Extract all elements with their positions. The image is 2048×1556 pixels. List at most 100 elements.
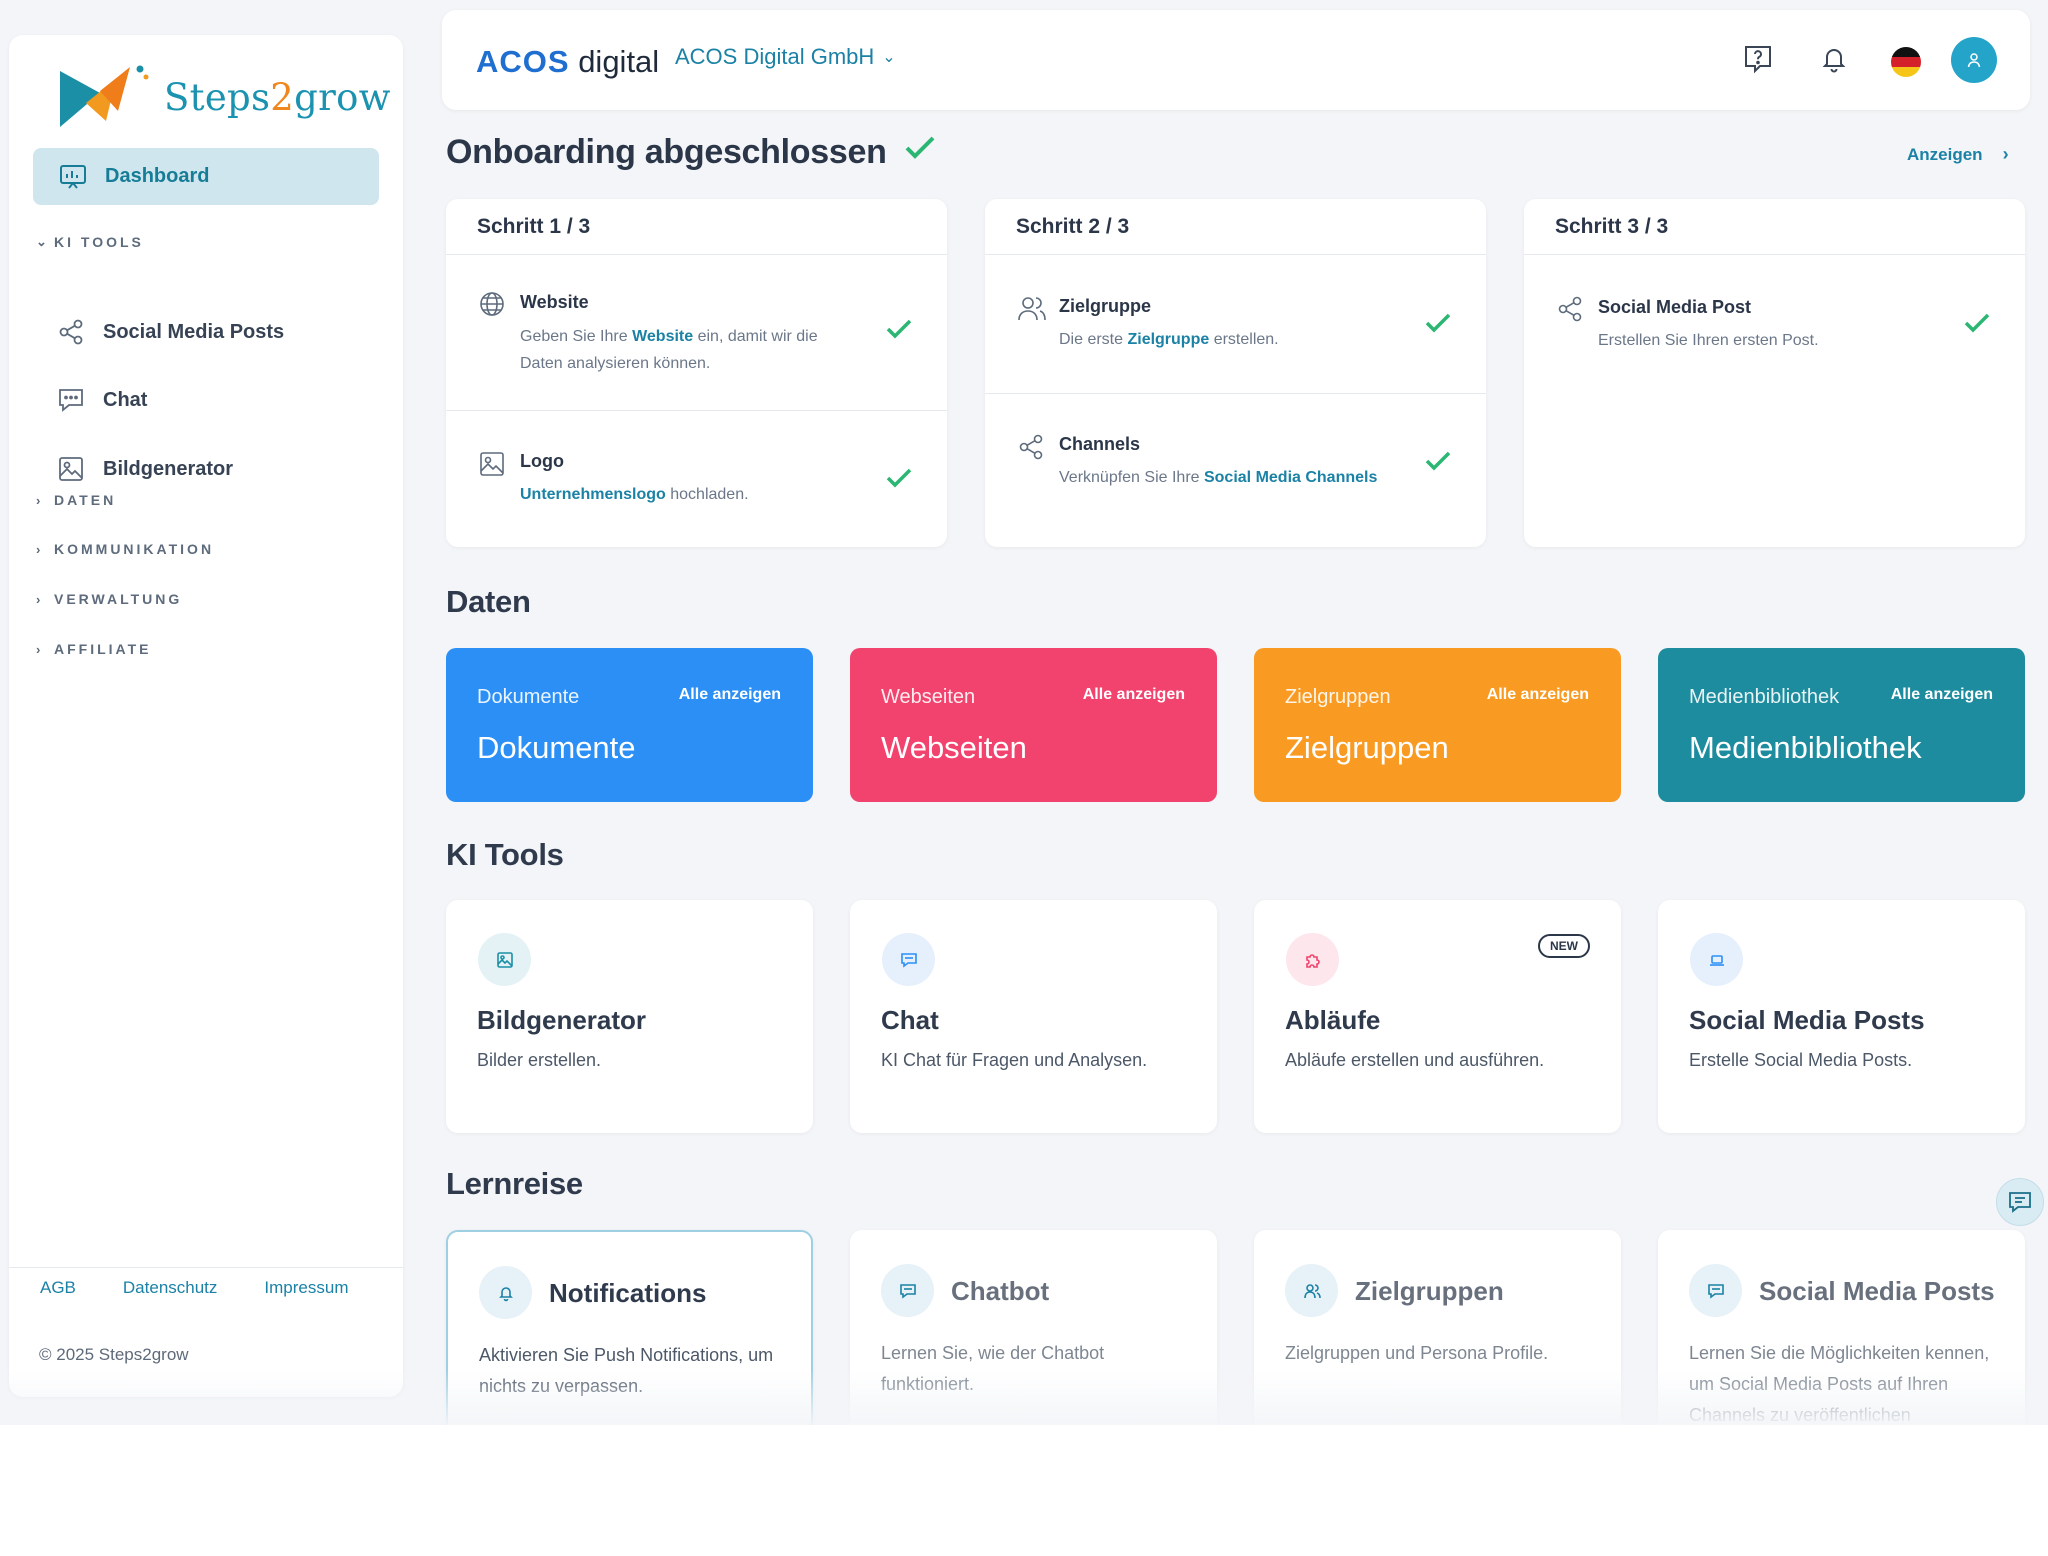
- tile-dokumente-title: Dokumente: [477, 730, 636, 765]
- globe-icon: [480, 292, 504, 316]
- step-row-logo[interactable]: Logo Unternehmenslogo hochladen.: [446, 411, 947, 547]
- top-header: ACOS digital ACOS Digital GmbH ⌄: [442, 10, 2030, 110]
- help-icon[interactable]: [1742, 43, 1774, 80]
- tool-desc-social-media-posts: Erstelle Social Media Posts.: [1689, 1050, 1913, 1070]
- chevron-right-icon: ›: [36, 541, 41, 557]
- chevron-right-icon: ›: [36, 591, 41, 607]
- row-desc-website: Geben Sie Ihre Website ein, damit wir di…: [520, 323, 860, 377]
- tile-webseiten[interactable]: Webseiten Alle anzeigen Webseiten: [850, 648, 1217, 802]
- company-selector[interactable]: ACOS Digital GmbH ⌄: [675, 44, 896, 70]
- tile-webseiten-show-all[interactable]: Alle anzeigen: [1083, 686, 1185, 704]
- desc-text: hochladen.: [665, 486, 749, 503]
- user-avatar[interactable]: [1951, 37, 1997, 83]
- tool-card-social-media-posts[interactable]: Social Media Posts Erstelle Social Media…: [1658, 900, 2025, 1133]
- desc-text: Verknüpfen Sie Ihre: [1059, 469, 1204, 486]
- tile-zielgruppen-show-all[interactable]: Alle anzeigen: [1487, 686, 1589, 704]
- link-impressum[interactable]: Impressum: [264, 1278, 348, 1298]
- section-label-affiliate: AFFILIATE: [54, 641, 152, 657]
- nav-item-bildgenerator[interactable]: Bildgenerator: [57, 455, 233, 483]
- sidebar-section-ki-tools[interactable]: ⌄ KI TOOLS: [36, 234, 144, 250]
- tool-name-bildgenerator: Bildgenerator: [477, 1005, 647, 1035]
- sidebar-section-daten[interactable]: › DATEN: [36, 492, 116, 508]
- acos-digital-brand[interactable]: ACOS digital: [476, 44, 659, 80]
- learn-card-notifications[interactable]: Notifications Aktivieren Sie Push Notifi…: [446, 1230, 813, 1425]
- tile-dokumente-subtitle: Dokumente: [477, 686, 580, 708]
- tool-card-ablaeufe[interactable]: NEW Abläufe Abläufe erstellen und ausfüh…: [1254, 900, 1621, 1133]
- section-label-daten: DATEN: [54, 492, 117, 508]
- step-1-label: Schritt 1 / 3: [446, 199, 947, 255]
- learn-name-notifications: Notifications: [549, 1278, 707, 1308]
- onboarding-title-text: Onboarding abgeschlossen: [446, 133, 887, 171]
- tile-zielgruppen[interactable]: Zielgruppen Alle anzeigen Zielgruppen: [1254, 648, 1621, 802]
- image-icon: [59, 457, 83, 481]
- chat-widget-button[interactable]: [1996, 1178, 2044, 1226]
- logo-word-grow: grow: [294, 75, 391, 119]
- row-title-channels: Channels: [1059, 434, 1141, 454]
- brand-acos: ACOS: [476, 44, 570, 79]
- chevron-down-icon: ⌄: [882, 49, 896, 66]
- learn-name-zielgruppen: Zielgruppen: [1355, 1276, 1504, 1306]
- onboarding-title: Onboarding abgeschlossen: [446, 133, 936, 172]
- step-2-label: Schritt 2 / 3: [985, 199, 1486, 255]
- logo-word-steps: Steps: [164, 75, 271, 119]
- chevron-down-icon: ⌄: [36, 234, 47, 249]
- zielgruppe-link[interactable]: Zielgruppe: [1127, 331, 1209, 348]
- channels-link[interactable]: Social Media Channels: [1204, 469, 1377, 486]
- learn-desc-notifications: Aktivieren Sie Push Notifications, um ni…: [479, 1345, 774, 1396]
- row-title-website: Website: [520, 292, 589, 312]
- learn-card-chatbot[interactable]: Chatbot Lernen Sie, wie der Chatbot funk…: [850, 1230, 1217, 1425]
- onboarding-show-link[interactable]: Anzeigen ›: [1907, 144, 2009, 165]
- learn-desc-zielgruppen: Zielgruppen und Persona Profile.: [1285, 1343, 1549, 1363]
- check-icon: [886, 468, 912, 488]
- image-icon: [480, 452, 504, 476]
- onboarding-step-3: Schritt 3 / 3 Social Media Post Erstelle…: [1524, 199, 2025, 547]
- tile-dokumente[interactable]: Dokumente Alle anzeigen Dokumente: [446, 648, 813, 802]
- nav-item-social-media-posts[interactable]: Social Media Posts: [57, 318, 284, 346]
- nav-item-chat[interactable]: Chat: [57, 386, 147, 414]
- chevron-right-icon: ›: [36, 492, 41, 508]
- logo-link[interactable]: Unternehmenslogo: [520, 486, 666, 503]
- onboarding-step-1: Schritt 1 / 3 Website Geben Sie Ihre Web…: [446, 199, 947, 547]
- step-row-website[interactable]: Website Geben Sie Ihre Website ein, dami…: [446, 256, 947, 411]
- onboarding-show-label: Anzeigen: [1907, 144, 1983, 164]
- link-datenschutz[interactable]: Datenschutz: [123, 1278, 218, 1298]
- step-row-social-media-post[interactable]: Social Media Post Erstellen Sie Ihren er…: [1524, 256, 2025, 396]
- steps2grow-logo-icon: [60, 65, 149, 127]
- bell-icon: [479, 1266, 532, 1319]
- tile-medienbibliothek-show-all[interactable]: Alle anzeigen: [1891, 686, 1993, 704]
- tool-name-ablaeufe: Abläufe: [1285, 1005, 1381, 1035]
- tile-medienbibliothek-title: Medienbibliothek: [1689, 730, 1922, 765]
- nav-item-dashboard[interactable]: Dashboard: [33, 148, 379, 205]
- tool-card-chat[interactable]: Chat KI Chat für Fragen und Analysen.: [850, 900, 1217, 1133]
- chevron-right-icon: ›: [2002, 144, 2009, 164]
- laptop-icon: [1690, 933, 1743, 986]
- check-icon: [1425, 313, 1451, 333]
- sidebar-section-affiliate[interactable]: › AFFILIATE: [36, 641, 152, 657]
- learn-card-zielgruppen[interactable]: Zielgruppen Zielgruppen und Persona Prof…: [1254, 1230, 1621, 1425]
- row-desc-logo: Unternehmenslogo hochladen.: [520, 481, 860, 508]
- tile-medienbibliothek[interactable]: Medienbibliothek Alle anzeigen Medienbib…: [1658, 648, 2025, 802]
- step-row-channels[interactable]: Channels Verknüpfen Sie Ihre Social Medi…: [985, 394, 1486, 547]
- desc-text: erstellen.: [1209, 331, 1279, 348]
- check-icon: [1964, 313, 1990, 333]
- dashboard-icon: [60, 164, 86, 189]
- sidebar-section-verwaltung[interactable]: › VERWALTUNG: [36, 591, 182, 607]
- tile-dokumente-show-all[interactable]: Alle anzeigen: [679, 686, 781, 704]
- row-title-zielgruppe: Zielgruppe: [1059, 296, 1152, 316]
- bell-icon[interactable]: [1818, 43, 1850, 80]
- step-row-zielgruppe[interactable]: Zielgruppe Die erste Zielgruppe erstelle…: [985, 256, 1486, 394]
- link-agb[interactable]: AGB: [40, 1278, 76, 1298]
- desc-text: Die erste: [1059, 331, 1128, 348]
- brand-digital: digital: [569, 44, 660, 79]
- row-desc-channels: Verknüpfen Sie Ihre Social Media Channel…: [1059, 464, 1419, 491]
- steps2grow-logo[interactable]: Steps2grow: [56, 45, 391, 149]
- sidebar-section-kommunikation[interactable]: › KOMMUNIKATION: [36, 541, 214, 557]
- learn-desc-chatbot: Lernen Sie, wie der Chatbot funktioniert…: [881, 1343, 1105, 1394]
- sidebar-footer-divider: [9, 1267, 403, 1268]
- website-link[interactable]: Website: [632, 328, 693, 345]
- learn-card-social-media-posts[interactable]: Social Media Posts Lernen Sie die Möglic…: [1658, 1230, 2025, 1425]
- german-flag-icon[interactable]: [1891, 47, 1921, 77]
- row-title-logo: Logo: [520, 451, 564, 471]
- desc-text: Geben Sie Ihre: [520, 328, 633, 345]
- tool-card-bildgenerator[interactable]: Bildgenerator Bilder erstellen.: [446, 900, 813, 1133]
